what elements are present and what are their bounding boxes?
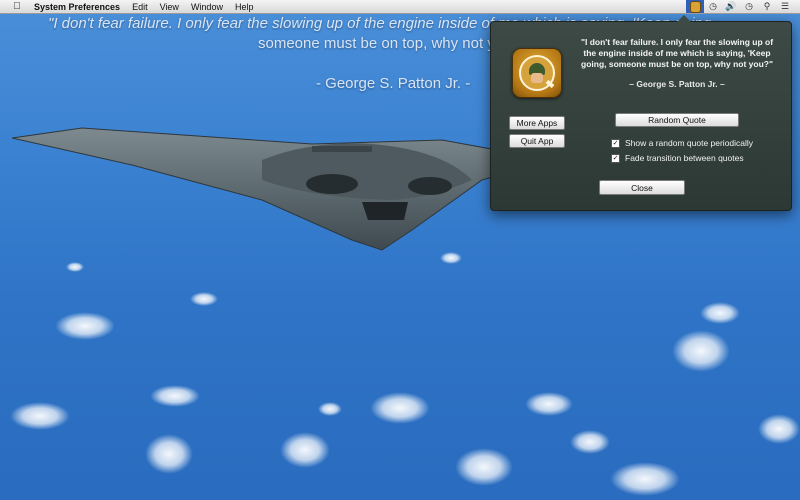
fade-transition-checkbox[interactable]: ✓ [611, 153, 620, 163]
cloud [700, 302, 740, 324]
cloud [455, 448, 513, 486]
cloud [10, 402, 70, 430]
cloud [150, 385, 200, 407]
cloud [66, 262, 84, 272]
quote-app-icon[interactable] [686, 0, 704, 13]
cloud [55, 312, 115, 340]
stealth-bomber-image [12, 127, 553, 251]
show-random-quote-option[interactable]: ✓ Show a random quote periodically [611, 138, 753, 148]
cloud [525, 392, 573, 416]
spotlight-icon[interactable]: ⚲ [758, 0, 776, 13]
cloud [318, 402, 342, 416]
more-apps-button[interactable]: More Apps [509, 116, 565, 130]
quote-app-logo-icon [512, 48, 562, 98]
random-quote-button[interactable]: Random Quote [615, 113, 739, 127]
menu-app-name[interactable]: System Preferences [34, 2, 120, 12]
cloud [570, 430, 610, 454]
volume-icon[interactable]: 🔊 [722, 0, 740, 13]
notification-list-icon[interactable]: ☰ [776, 0, 794, 13]
desktop-quote-line2: someone must be on top, why not you?" [258, 35, 526, 52]
desktop-quote-author: - George S. Patton Jr. - [316, 75, 471, 92]
menu-edit[interactable]: Edit [132, 2, 148, 12]
cloud [370, 392, 430, 424]
show-random-quote-checkbox[interactable]: ✓ [611, 138, 620, 148]
cloud [145, 434, 193, 474]
popover-quote-author: – George S. Patton Jr. – [629, 79, 725, 89]
cloud [672, 330, 730, 372]
menu-window[interactable]: Window [191, 2, 223, 12]
clock-icon[interactable]: ◷ [740, 0, 758, 13]
cloud [758, 414, 800, 444]
cloud [280, 432, 330, 468]
show-random-quote-label: Show a random quote periodically [625, 138, 754, 148]
cloud [610, 462, 680, 496]
popover-quote-text: "I don't fear failure. I only fear the s… [580, 37, 774, 69]
fade-transition-option[interactable]: ✓ Fade transition between quotes [611, 153, 744, 163]
time-machine-icon[interactable]: ◷ [704, 0, 722, 13]
cloud [190, 292, 218, 306]
fade-transition-label: Fade transition between quotes [625, 153, 744, 163]
status-tray: ◷ 🔊 ◷ ⚲ ☰ [686, 0, 800, 13]
popover-arrow [677, 15, 691, 22]
menu-help[interactable]: Help [235, 2, 254, 12]
close-button[interactable]: Close [599, 180, 685, 195]
quote-popover: "I don't fear failure. I only fear the s… [490, 15, 792, 211]
quit-app-button[interactable]: Quit App [509, 134, 565, 148]
apple-menu-icon[interactable]:  [10, 1, 24, 12]
menu-view[interactable]: View [160, 2, 179, 12]
menu-bar:  System Preferences Edit View Window He… [0, 0, 800, 14]
